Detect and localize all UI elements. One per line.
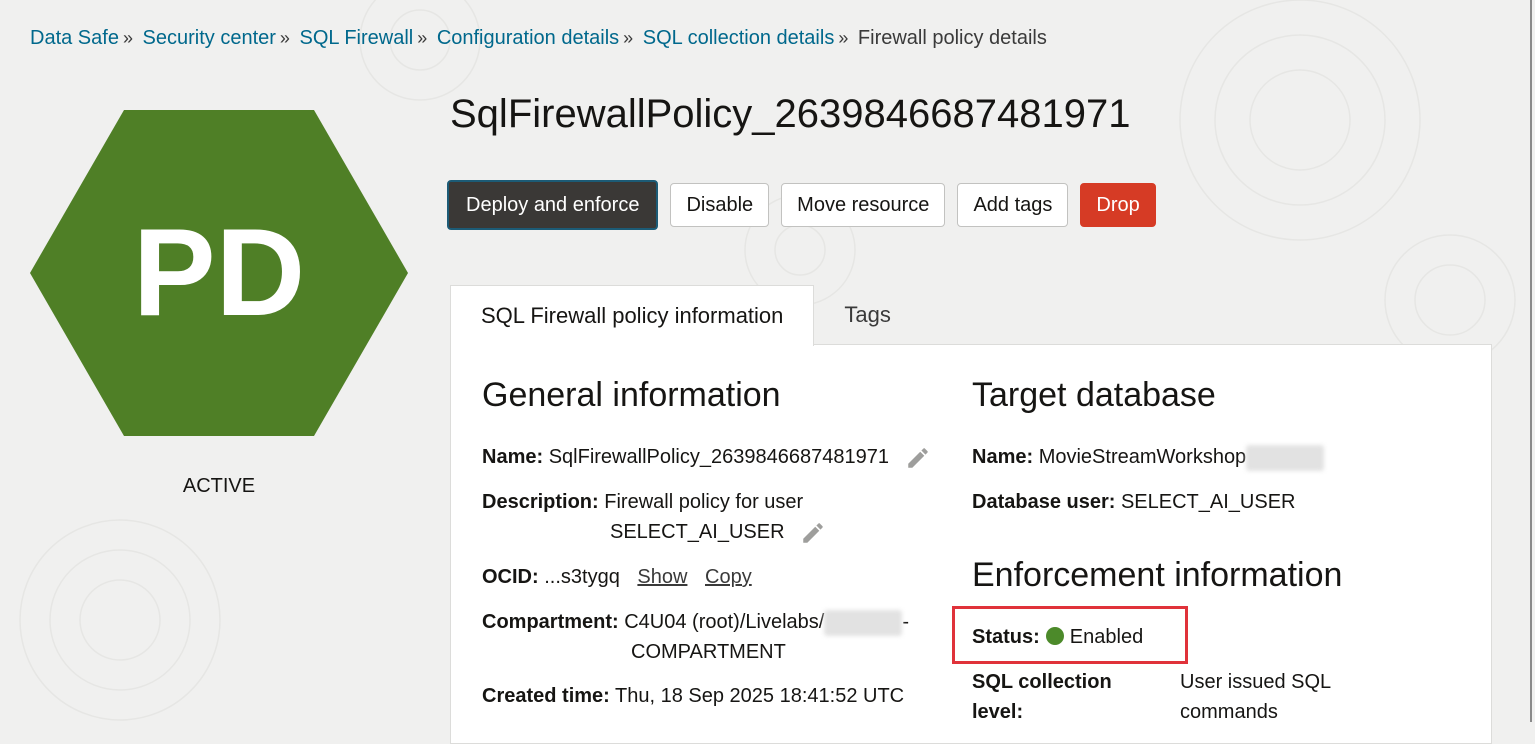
breadcrumb-separator: » (838, 28, 849, 48)
name-label: Name: (482, 446, 544, 468)
move-resource-button[interactable]: Move resource (781, 183, 946, 227)
name-value: SqlFirewallPolicy_2639846687481971 (548, 446, 889, 468)
target-name-row: Name: MovieStreamWorkshop (972, 442, 1325, 472)
breadcrumb: Data Safe» Security center» SQL Firewall… (30, 27, 1047, 50)
sql-collection-level-label: SQL collection (972, 667, 1112, 697)
page-title: SqlFirewallPolicy_2639846687481971 (450, 92, 1131, 136)
breadcrumb-sql-firewall[interactable]: SQL Firewall (300, 27, 414, 49)
redacted-text (824, 609, 903, 636)
status-highlight-box (952, 606, 1188, 664)
breadcrumb-data-safe[interactable]: Data Safe (30, 27, 119, 49)
deploy-and-enforce-button[interactable]: Deploy and enforce (447, 180, 659, 230)
compartment-value-line2: COMPARTMENT (631, 641, 786, 663)
database-user-label: Database user: (972, 491, 1116, 513)
general-name-row: Name: SqlFirewallPolicy_2639846687481971 (482, 442, 931, 472)
sql-collection-level-value: User issued SQL (1180, 667, 1331, 697)
disable-button[interactable]: Disable (670, 183, 770, 227)
sql-collection-level-label-2: level: (972, 697, 1023, 727)
edit-name-pencil-icon[interactable] (905, 445, 931, 471)
resource-initials: PD (133, 204, 305, 342)
breadcrumb-separator: » (279, 28, 290, 48)
tab-bar: SQL Firewall policy information Tags (450, 285, 921, 346)
breadcrumb-sql-collection-details[interactable]: SQL collection details (643, 27, 835, 49)
ocid-value: ...s3tygq (544, 566, 620, 588)
database-user-row: Database user: SELECT_AI_USER (972, 487, 1295, 517)
description-value-line2: SELECT_AI_USER (610, 521, 785, 543)
compartment-row: Compartment: C4U04 (root)/Livelabs/ - (482, 607, 909, 637)
description-label: Description: (482, 491, 599, 513)
ocid-copy-link[interactable]: Copy (705, 566, 752, 588)
created-time-value: Thu, 18 Sep 2025 18:41:52 UTC (615, 685, 905, 707)
ocid-show-link[interactable]: Show (637, 566, 687, 588)
target-name-value: MovieStreamWorkshop (1038, 446, 1247, 468)
description-value-line1: Firewall policy for user (604, 491, 804, 513)
breadcrumb-configuration-details[interactable]: Configuration details (437, 27, 619, 49)
drop-button[interactable]: Drop (1080, 183, 1156, 227)
general-information-heading: General information (482, 376, 781, 414)
tab-sql-firewall-policy-information[interactable]: SQL Firewall policy information (450, 285, 815, 346)
action-toolbar: Deploy and enforce Disable Move resource… (447, 180, 1156, 230)
tab-tags[interactable]: Tags (814, 285, 920, 345)
ocid-row: OCID: ...s3tygq Show Copy (482, 562, 752, 592)
breadcrumb-current: Firewall policy details (857, 27, 1047, 49)
breadcrumb-separator: » (417, 28, 428, 48)
compartment-label: Compartment: (482, 611, 619, 633)
created-time-row: Created time: Thu, 18 Sep 2025 18:41:52 … (482, 681, 904, 711)
resource-hexagon-icon: PD (30, 110, 408, 436)
breadcrumb-separator: » (122, 28, 133, 48)
breadcrumb-separator: » (623, 28, 634, 48)
database-user-value: SELECT_AI_USER (1120, 491, 1296, 513)
compartment-value-line1: C4U04 (root)/Livelabs/ (624, 611, 825, 633)
window-edge (1530, 0, 1532, 722)
redacted-text (1246, 444, 1325, 471)
enforcement-information-heading: Enforcement information (972, 556, 1343, 594)
collection-value-line1: User issued SQL (1180, 671, 1332, 693)
resource-state: ACTIVE (182, 475, 256, 497)
breadcrumb-security-center[interactable]: Security center (143, 27, 276, 49)
collection-label-line1: SQL collection (972, 671, 1112, 693)
created-time-label: Created time: (482, 685, 610, 707)
collection-value-line2: commands (1180, 701, 1278, 723)
compartment-row-2: COMPARTMENT (631, 637, 786, 667)
description-row-2: SELECT_AI_USER (610, 517, 826, 547)
collection-label-line2: level: (972, 701, 1024, 723)
target-name-label: Name: (972, 446, 1034, 468)
edit-description-pencil-icon[interactable] (800, 520, 826, 546)
ocid-label: OCID: (482, 566, 539, 588)
add-tags-button[interactable]: Add tags (957, 183, 1069, 227)
target-database-heading: Target database (972, 376, 1216, 414)
sql-collection-level-value-2: commands (1180, 697, 1278, 727)
description-row: Description: Firewall policy for user (482, 487, 803, 517)
compartment-dash: - (902, 611, 909, 633)
